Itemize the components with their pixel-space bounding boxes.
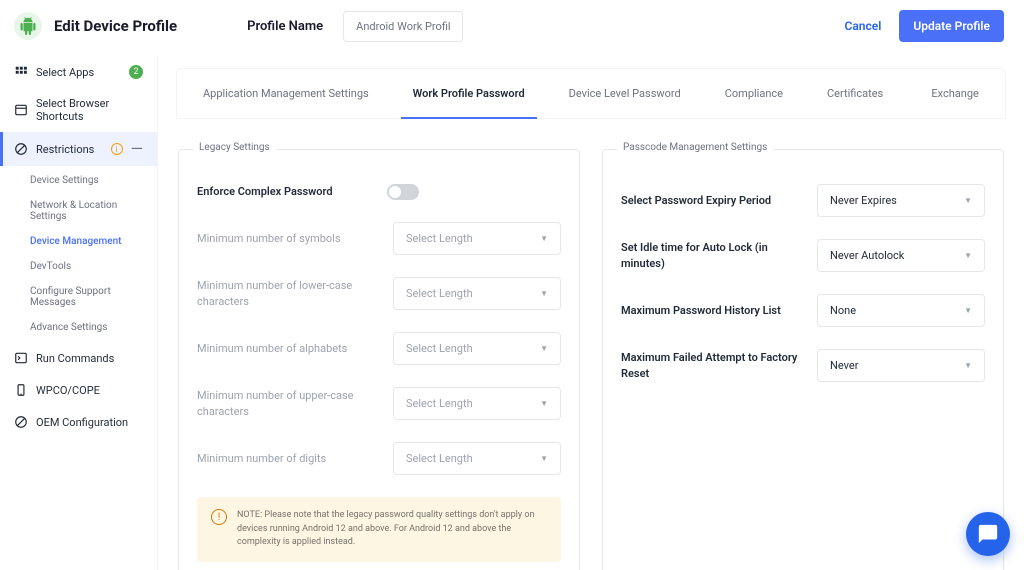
chevron-down-icon: ▼ <box>964 306 972 315</box>
failed-attempt-reset-label: Maximum Failed Attempt to Factory Reset <box>621 350 805 381</box>
password-history-label: Maximum Password History List <box>621 303 805 318</box>
tab-compliance[interactable]: Compliance <box>703 69 805 118</box>
main-content: Application Management Settings Work Pro… <box>158 56 1024 570</box>
chevron-down-icon: ▼ <box>964 251 972 260</box>
min-lowercase-label: Minimum number of lower-case characters <box>197 278 381 309</box>
chevron-down-icon: ▼ <box>540 454 548 463</box>
tab-exchange[interactable]: Exchange <box>905 69 1005 118</box>
profile-name-input[interactable] <box>343 11 463 42</box>
passcode-management-panel: Passcode Management Settings Select Pass… <box>602 149 1004 570</box>
tab-certificates[interactable]: Certificates <box>805 69 905 118</box>
min-symbols-select[interactable]: Select Length▼ <box>393 222 561 255</box>
min-digits-label: Minimum number of digits <box>197 451 381 466</box>
terminal-icon <box>14 351 28 365</box>
profile-name-field: Profile Name <box>247 11 463 42</box>
sub-item-device-settings[interactable]: Device Settings <box>0 168 157 193</box>
note-text: NOTE: Please note that the legacy passwo… <box>237 509 547 550</box>
panel-title: Legacy Settings <box>193 142 276 153</box>
chevron-down-icon: ▼ <box>540 289 548 298</box>
sub-item-devtools[interactable]: DevTools <box>0 254 157 279</box>
sidebar: Select Apps 2 Select Browser Shortcuts R… <box>0 56 158 570</box>
restrictions-submenu: Device Settings Network & Location Setti… <box>0 166 157 342</box>
android-logo-icon <box>14 12 42 40</box>
sidebar-item-select-apps[interactable]: Select Apps 2 <box>0 56 157 88</box>
sidebar-item-label: OEM Configuration <box>36 416 143 429</box>
min-alphabets-label: Minimum number of alphabets <box>197 341 381 356</box>
min-uppercase-label: Minimum number of upper-case characters <box>197 388 381 419</box>
chevron-down-icon: ▼ <box>540 344 548 353</box>
password-expiry-select[interactable]: Never Expires▼ <box>817 184 985 217</box>
cancel-button[interactable]: Cancel <box>838 10 887 42</box>
min-uppercase-select[interactable]: Select Length▼ <box>393 387 561 420</box>
sidebar-item-label: Select Browser Shortcuts <box>36 97 143 123</box>
page-title: Edit Device Profile <box>54 17 177 35</box>
legacy-note: ! NOTE: Please note that the legacy pass… <box>197 497 561 562</box>
sidebar-item-restrictions[interactable]: Restrictions i — <box>0 132 157 166</box>
apps-count-badge: 2 <box>129 65 143 79</box>
min-alphabets-select[interactable]: Select Length▼ <box>393 332 561 365</box>
sidebar-item-label: Run Commands <box>36 352 143 365</box>
legacy-settings-panel: Legacy Settings Enforce Complex Password… <box>178 149 580 570</box>
sidebar-item-label: WPCO/COPE <box>36 384 143 397</box>
sidebar-item-run-commands[interactable]: Run Commands <box>0 342 157 374</box>
chevron-down-icon: ▼ <box>964 196 972 205</box>
block-icon <box>14 142 28 156</box>
chat-fab[interactable] <box>966 512 1010 556</box>
panel-title: Passcode Management Settings <box>617 142 773 153</box>
chevron-down-icon: ▼ <box>540 234 548 243</box>
sub-item-support-messages[interactable]: Configure Support Messages <box>0 279 157 315</box>
failed-attempt-reset-select[interactable]: Never▼ <box>817 349 985 382</box>
warning-icon: ! <box>211 509 227 525</box>
chevron-down-icon: ▼ <box>540 399 548 408</box>
sub-item-device-management[interactable]: Device Management <box>0 229 157 254</box>
block-icon <box>14 415 28 429</box>
password-history-select[interactable]: None▼ <box>817 294 985 327</box>
tabs: Application Management Settings Work Pro… <box>176 68 1006 119</box>
password-expiry-label: Select Password Expiry Period <box>621 193 805 208</box>
sidebar-item-label: Restrictions <box>36 143 101 156</box>
info-icon: i <box>111 143 123 155</box>
profile-name-label: Profile Name <box>247 19 323 34</box>
min-digits-select[interactable]: Select Length▼ <box>393 442 561 475</box>
enforce-complex-password-label: Enforce Complex Password <box>197 184 375 199</box>
idle-autolock-select[interactable]: Never Autolock▼ <box>817 239 985 272</box>
tab-device-level-password[interactable]: Device Level Password <box>547 69 703 118</box>
min-lowercase-select[interactable]: Select Length▼ <box>393 277 561 310</box>
chat-icon <box>977 523 999 545</box>
sub-item-network-location[interactable]: Network & Location Settings <box>0 193 157 229</box>
tab-app-management[interactable]: Application Management Settings <box>181 69 391 118</box>
sidebar-item-wpco-cope[interactable]: WPCO/COPE <box>0 374 157 406</box>
chevron-down-icon: ▼ <box>964 361 972 370</box>
update-profile-button[interactable]: Update Profile <box>899 10 1004 42</box>
header: Edit Device Profile Profile Name Cancel … <box>0 0 1024 56</box>
collapse-icon[interactable]: — <box>131 141 144 157</box>
device-icon <box>14 383 28 397</box>
enforce-complex-password-toggle[interactable] <box>387 184 419 200</box>
sidebar-item-label: Select Apps <box>36 66 121 79</box>
sidebar-item-browser-shortcuts[interactable]: Select Browser Shortcuts <box>0 88 157 132</box>
apps-icon <box>14 65 28 79</box>
browser-icon <box>14 103 28 117</box>
min-symbols-label: Minimum number of symbols <box>197 231 381 246</box>
tab-work-profile-password[interactable]: Work Profile Password <box>391 69 547 118</box>
idle-autolock-label: Set Idle time for Auto Lock (in minutes) <box>621 240 805 271</box>
sub-item-advance-settings[interactable]: Advance Settings <box>0 315 157 340</box>
sidebar-item-oem-configuration[interactable]: OEM Configuration <box>0 406 157 438</box>
